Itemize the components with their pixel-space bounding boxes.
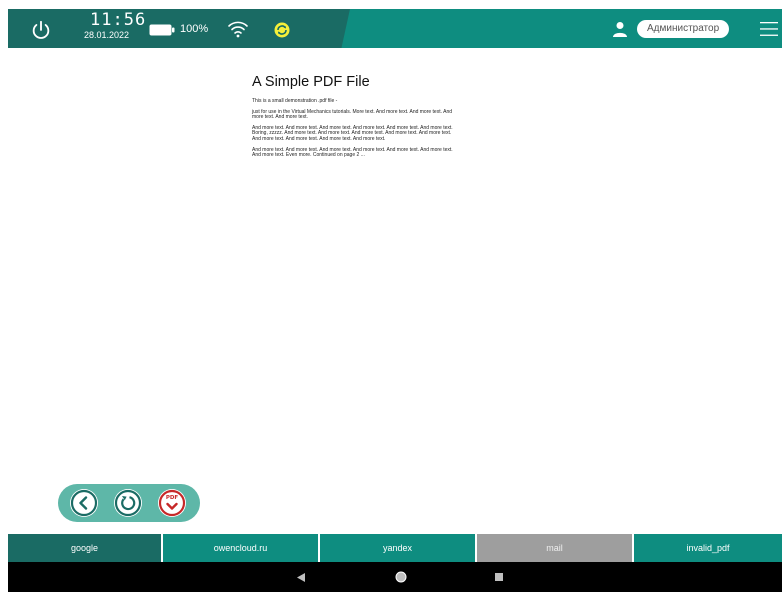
clock-time: 11:56 [90,10,147,30]
pdf-download-button[interactable]: PDF [158,489,186,517]
user-icon [613,22,627,37]
tab-owencloud[interactable]: owencloud.ru [163,534,318,562]
wifi-icon [228,21,248,38]
app-screen: 11:56 28.01.2022 100% Администратор A Si… [0,0,782,592]
pdf-label: PDF [165,495,179,501]
tab-yandex[interactable]: yandex [320,534,475,562]
site-tabs: google owencloud.ru yandex mail invalid_… [8,534,782,562]
tab-google[interactable]: google [8,534,161,562]
clock-date: 28.01.2022 [84,30,130,40]
hamburger-menu-icon[interactable] [760,21,778,37]
power-icon[interactable] [30,19,52,41]
pdf-download-icon [158,489,186,517]
status-bar: 11:56 28.01.2022 100% Администратор [8,9,782,48]
back-icon [70,489,98,517]
nav-recent-icon[interactable] [495,573,503,581]
nav-home-icon[interactable] [395,571,407,583]
battery-level: 100% [180,23,209,35]
clock: 11:56 28.01.2022 [84,10,146,40]
pdf-paragraph: just for use in the Virtual Mechanics tu… [252,108,453,121]
nav-back-icon[interactable] [297,573,305,582]
battery-icon [149,24,175,36]
back-button[interactable] [70,489,98,517]
pdf-paragraph: And more text. And more text. And more t… [252,146,453,159]
pdf-paragraph: This is a small demonstration .pdf file … [252,98,338,104]
user-role-button[interactable]: Администратор [637,20,730,38]
tab-invalid-pdf[interactable]: invalid_pdf [634,534,782,562]
refresh-icon [114,489,142,517]
pdf-paragraph: And more text. And more text. And more t… [252,124,453,142]
pdf-title: A Simple PDF File [252,74,370,90]
refresh-button[interactable] [114,489,142,517]
status-bar-dark-section: 11:56 28.01.2022 100% [8,9,350,48]
android-nav-bar [8,562,782,592]
pdf-page: A Simple PDF File This is a small demons… [252,74,456,164]
sync-icon[interactable] [274,22,290,38]
tab-mail[interactable]: mail [477,534,632,562]
floating-controls: PDF [58,484,200,522]
